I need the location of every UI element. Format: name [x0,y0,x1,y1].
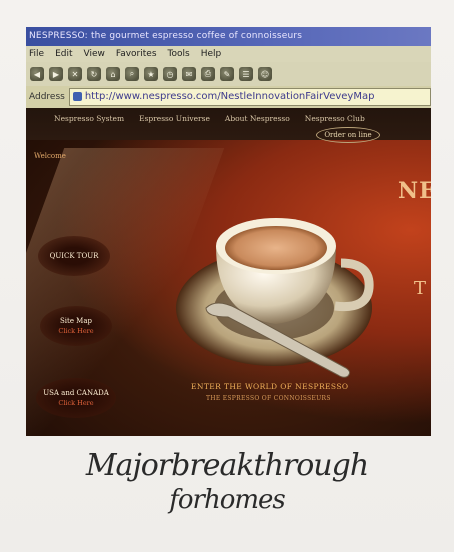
menu-help[interactable]: Help [201,46,222,62]
home-icon[interactable]: ⌂ [106,67,120,81]
print-icon[interactable]: ⎙ [201,67,215,81]
quick-tour-label: QUICK TOUR [49,252,99,260]
window-title-bar: NESPRESSO: the gourmet espresso coffee o… [26,27,431,46]
quick-tour-button[interactable]: QUICK TOUR [38,236,110,276]
history-icon[interactable]: ◷ [163,67,177,81]
toolbar: ◀ ▶ ✕ ↻ ⌂ ⌕ ★ ◷ ✉ ⎙ ✎ ☰ ☺ [26,62,431,86]
usa-canada-click-here: Click Here [58,399,94,407]
coffee-crema [225,226,327,270]
order-online-button[interactable]: Order on line [316,127,380,143]
menu-view[interactable]: View [84,46,105,62]
address-bar: Address http://www.nespresso.com/NestleI… [26,86,431,108]
brand-partial-lower: T [414,278,427,299]
menu-edit[interactable]: Edit [55,46,72,62]
nav-about-nespresso[interactable]: About Nespresso [225,114,290,140]
forward-icon[interactable]: ▶ [49,67,63,81]
url-field[interactable]: http://www.nespresso.com/NestleInnovatio… [68,88,431,106]
page-icon [72,91,82,101]
menu-favorites[interactable]: Favorites [116,46,157,62]
tagline-sub: THE ESPRESSO OF CONNOISSEURS [206,395,331,402]
espresso-cup-image [176,218,374,378]
messenger-icon[interactable]: ☺ [258,67,272,81]
brand-partial: NE [398,178,431,204]
url-text: http://www.nespresso.com/NestleInnovatio… [84,91,375,102]
address-label: Address [29,92,65,102]
usa-canada-button[interactable]: USA and CANADA Click Here [36,378,116,418]
nav-espresso-universe[interactable]: Espresso Universe [139,114,210,140]
nav-nespresso-system[interactable]: Nespresso System [54,114,124,140]
photo: NESPRESSO: the gourmet espresso coffee o… [26,27,431,436]
handwritten-caption: Majorbreakthrough forhomes [0,448,454,515]
favorites-icon[interactable]: ★ [144,67,158,81]
search-icon[interactable]: ⌕ [125,67,139,81]
discuss-icon[interactable]: ☰ [239,67,253,81]
caption-line-2: forhomes [169,485,286,515]
mail-icon[interactable]: ✉ [182,67,196,81]
menu-file[interactable]: File [29,46,44,62]
polaroid-frame: NESPRESSO: the gourmet espresso coffee o… [0,0,454,552]
welcome-text: Welcome [34,152,66,160]
stop-icon[interactable]: ✕ [68,67,82,81]
menu-bar: File Edit View Favorites Tools Help [26,46,431,62]
back-icon[interactable]: ◀ [30,67,44,81]
refresh-icon[interactable]: ↻ [87,67,101,81]
site-map-button[interactable]: Site Map Click Here [40,306,112,346]
caption-line-1: Majorbreakthrough [85,448,369,483]
usa-canada-label: USA and CANADA [43,389,109,397]
tagline-main[interactable]: ENTER THE WORLD OF NESPRESSO [191,382,348,391]
nespresso-site: Nespresso System Espresso Universe About… [26,108,431,436]
site-map-click-here: Click Here [58,327,94,335]
site-map-label: Site Map [59,317,93,325]
edit-icon[interactable]: ✎ [220,67,234,81]
menu-tools[interactable]: Tools [168,46,190,62]
